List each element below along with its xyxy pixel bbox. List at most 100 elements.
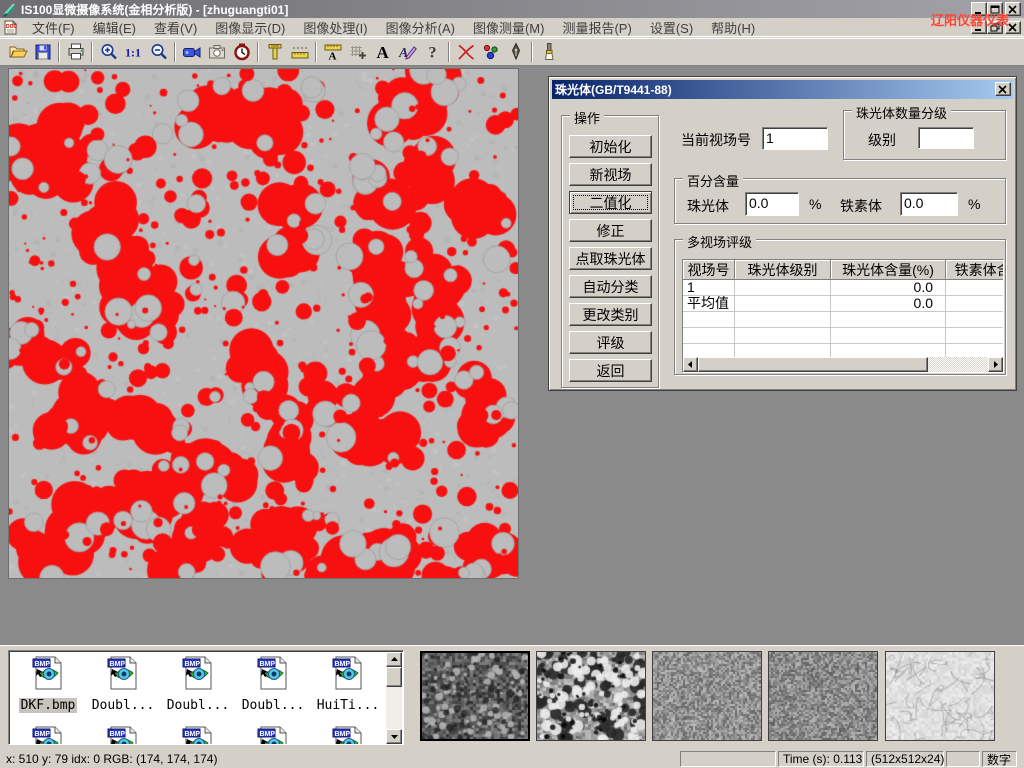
svg-text:?: ? <box>428 45 436 62</box>
op-button-7[interactable]: 更改类别 <box>569 303 652 326</box>
current-field-input[interactable]: 1 <box>762 127 828 150</box>
menu-item-5[interactable]: 图像处理(I) <box>294 16 376 39</box>
zoom-in-icon[interactable] <box>96 40 121 64</box>
op-button-5[interactable]: 点取珠光体 <box>569 247 652 270</box>
table-header-1[interactable]: 视场号 <box>683 260 735 280</box>
video-camera-icon[interactable] <box>179 40 204 64</box>
open-file-icon[interactable] <box>5 40 30 64</box>
op-button-8[interactable]: 评级 <box>569 331 652 354</box>
menu-item-7[interactable]: 图像测量(M) <box>464 16 554 39</box>
operations-buttons: 初始化新视场二值化修正点取珠光体自动分类更改类别评级返回 <box>569 135 652 382</box>
table-header-3[interactable]: 珠光体含量(%) <box>831 260 946 280</box>
menu-item-3[interactable]: 查看(V) <box>145 16 206 39</box>
toolbar: 1:1AAA? <box>0 38 1024 66</box>
percent-group: 百分含量 珠光体 0.0 % 铁素体 0.0 % <box>674 178 1006 224</box>
svg-text:A: A <box>328 51 336 63</box>
print-icon[interactable] <box>63 40 88 64</box>
file-item-row2-2[interactable]: BMP <box>86 725 160 745</box>
file-item-HuiTi...[interactable]: BMPHuiTi... <box>311 655 385 714</box>
table-cell: 0.0 <box>831 280 946 296</box>
caliper-icon[interactable] <box>262 40 287 64</box>
table-header-4[interactable]: 铁素体含量(%) <box>946 260 1004 280</box>
bmp-file-icon: BMP <box>86 725 160 745</box>
document-icon[interactable]: DOC <box>3 20 19 35</box>
table-cell <box>946 328 1004 344</box>
file-name: Doubl... <box>240 698 307 713</box>
thumbnail-2[interactable] <box>536 651 646 741</box>
zoom-out-icon[interactable] <box>146 40 171 64</box>
menu-item-4[interactable]: 图像显示(D) <box>206 16 294 39</box>
metallographic-image[interactable] <box>8 68 519 579</box>
pearlite-input[interactable]: 0.0 <box>745 192 799 216</box>
file-scroll-thumb[interactable] <box>386 667 402 687</box>
menu-item-2[interactable]: 编辑(E) <box>84 16 145 39</box>
file-item-row2-1[interactable]: BMP <box>11 725 85 745</box>
pen-icon[interactable] <box>503 40 528 64</box>
op-button-9[interactable]: 返回 <box>569 359 652 382</box>
scroll-right-button[interactable] <box>988 357 1003 372</box>
status-empty-1 <box>680 751 776 767</box>
scroll-track[interactable] <box>928 357 988 372</box>
svg-text:BMP: BMP <box>35 661 51 668</box>
file-item-row2-5[interactable]: BMP <box>311 725 385 745</box>
file-scroll-down[interactable] <box>386 729 402 744</box>
op-button-6[interactable]: 自动分类 <box>569 275 652 298</box>
markers-icon[interactable] <box>478 40 503 64</box>
svg-text:BMP: BMP <box>110 661 126 668</box>
file-scrollbar[interactable] <box>386 652 402 744</box>
annotate-icon[interactable]: A <box>395 40 420 64</box>
ferrite-input[interactable]: 0.0 <box>900 192 958 216</box>
table-cell: 1 <box>683 280 735 296</box>
file-scroll-up[interactable] <box>386 652 402 667</box>
pearlite-dialog: 珠光体(GB/T9441-88) 操作 初始化新视场二值化修正点取珠光体自动分类… <box>548 76 1017 391</box>
calibrate-icon[interactable]: A <box>320 40 345 64</box>
brush-icon[interactable] <box>536 40 561 64</box>
ruler-icon[interactable] <box>287 40 312 64</box>
menu-item-9[interactable]: 设置(S) <box>641 16 702 39</box>
svg-text:DOC: DOC <box>6 24 18 30</box>
menu-item-1[interactable]: 文件(F) <box>23 16 84 39</box>
photo-camera-icon[interactable] <box>204 40 229 64</box>
actual-size-icon[interactable]: 1:1 <box>121 40 146 64</box>
toolbar-separator <box>531 42 533 62</box>
menu-item-6[interactable]: 图像分析(A) <box>377 16 464 39</box>
scroll-left-button[interactable] <box>683 357 698 372</box>
grading-group: 珠光体数量分级 级别 <box>843 110 1006 160</box>
file-name: DKF.bmp <box>19 698 78 713</box>
curves-icon[interactable] <box>453 40 478 64</box>
thumbnail-4[interactable] <box>768 651 878 741</box>
op-button-4[interactable]: 修正 <box>569 219 652 242</box>
table-header-2[interactable]: 珠光体级别 <box>735 260 831 280</box>
thumbnail-3[interactable] <box>652 651 762 741</box>
scroll-thumb[interactable] <box>698 357 928 372</box>
file-item-Doubl...[interactable]: BMPDoubl... <box>161 655 235 714</box>
save-icon[interactable] <box>30 40 55 64</box>
table-horizontal-scrollbar[interactable] <box>683 357 1003 372</box>
file-item-row2-3[interactable]: BMP <box>161 725 235 745</box>
op-button-2[interactable]: 新视场 <box>569 163 652 186</box>
thumbnail-5[interactable] <box>885 651 995 741</box>
ferrite-percent-sign: % <box>968 196 980 212</box>
svg-text:BMP: BMP <box>260 661 276 668</box>
level-input[interactable] <box>918 127 974 149</box>
file-item-Doubl...[interactable]: BMP Doubl... <box>86 655 160 714</box>
op-button-3[interactable]: 二值化 <box>569 191 652 214</box>
grid-cross-icon[interactable] <box>345 40 370 64</box>
help-icon[interactable]: ? <box>420 40 445 64</box>
file-item-DKF.bmp[interactable]: BMP DKF.bmp <box>11 655 85 714</box>
text-label-icon[interactable]: A <box>370 40 395 64</box>
menu-item-8[interactable]: 测量报告(P) <box>553 16 640 39</box>
table-cell <box>946 312 1004 328</box>
file-item-row2-4[interactable]: BMP <box>236 725 310 745</box>
file-name: Doubl... <box>90 698 157 713</box>
timer-icon[interactable] <box>229 40 254 64</box>
file-item-Doubl...[interactable]: BMP Doubl... <box>236 655 310 714</box>
grading-group-label: 珠光体数量分级 <box>852 103 951 122</box>
menu-item-10[interactable]: 帮助(H) <box>702 16 764 39</box>
op-button-1[interactable]: 初始化 <box>569 135 652 158</box>
thumbnail-1[interactable] <box>420 651 530 741</box>
dialog-close-button[interactable] <box>995 82 1011 96</box>
ferrite-label: 铁素体 <box>840 196 882 216</box>
operations-group-label: 操作 <box>570 108 604 127</box>
vendor-watermark: 辽阳仪器仪表 <box>931 10 1009 29</box>
